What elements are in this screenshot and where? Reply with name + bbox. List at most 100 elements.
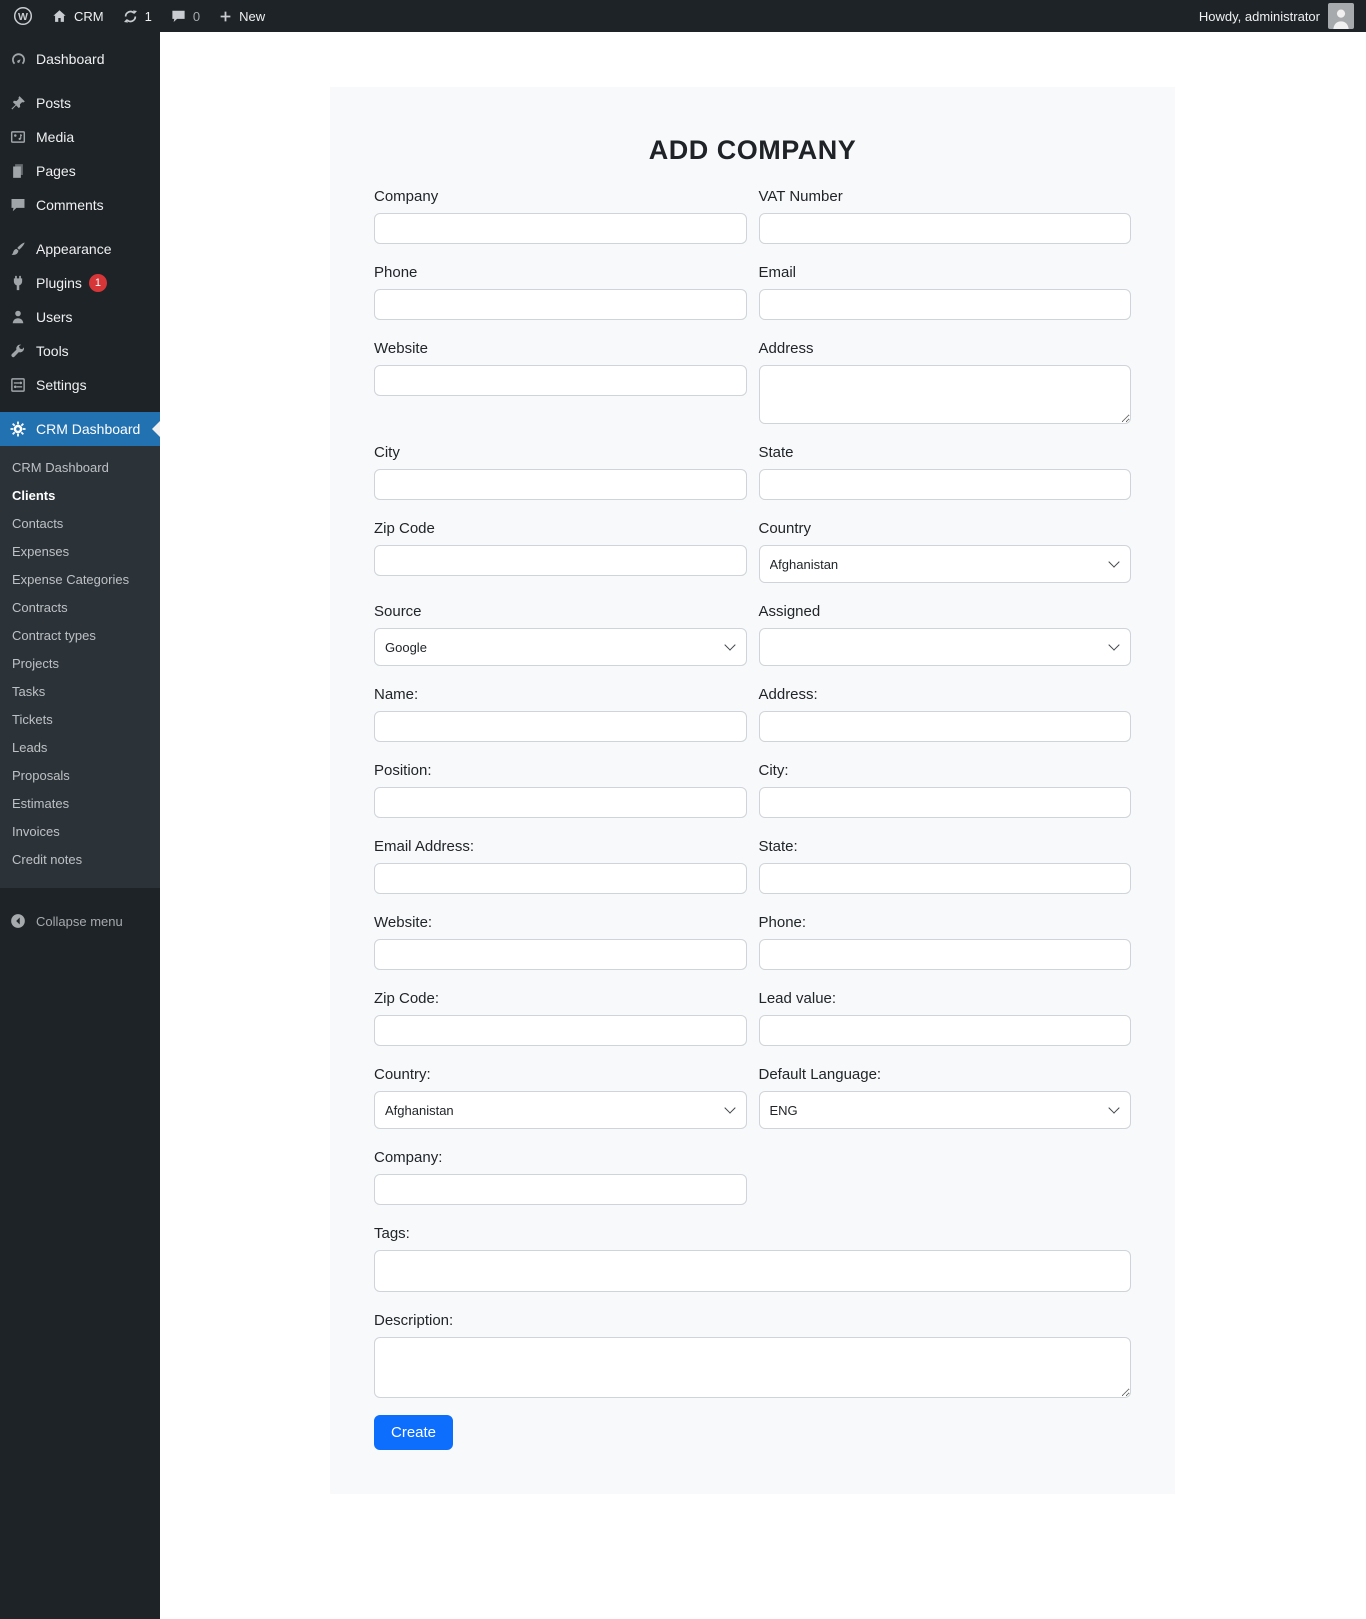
sidebar-item-pages[interactable]: Pages [0,154,160,188]
assigned-select[interactable] [758,628,1131,666]
email-input[interactable] [758,289,1131,320]
contact-website-label: Website: [374,914,433,931]
zip-code-label: Zip Code [374,520,435,537]
website-label: Website [374,340,428,357]
sidebar-item-settings[interactable]: Settings [0,368,160,402]
updates-button[interactable]: 1 [113,0,161,32]
pages-icon [0,162,36,180]
avatar-person-icon [1333,9,1349,29]
contact-state-label: State: [758,838,798,855]
sidebar-item-media[interactable]: Media [0,120,160,154]
website-input[interactable] [374,365,747,396]
description-textarea[interactable] [374,1337,1131,1398]
sidebar-item-appearance[interactable]: Appearance [0,232,160,266]
company-label: Company [374,188,439,205]
source-select[interactable]: Google [374,628,747,666]
contact-country-select[interactable]: Afghanistan [374,1091,747,1129]
country-select[interactable]: Afghanistan [758,545,1131,583]
email-label: Email [758,264,797,281]
submenu-item-invoices[interactable]: Invoices [0,818,160,846]
address-textarea[interactable] [758,365,1131,424]
tags-input[interactable] [374,1250,1131,1292]
address-label: Address [758,340,814,357]
source-label: Source [374,603,422,620]
zip-code-input[interactable] [374,545,747,576]
company-input[interactable] [374,213,747,244]
submenu-item-contracts[interactable]: Contracts [0,594,160,622]
paintbrush-icon [0,240,36,258]
submenu-item-credit-notes[interactable]: Credit notes [0,846,160,874]
contact-phone-label: Phone: [758,914,807,931]
submenu-item-tasks[interactable]: Tasks [0,678,160,706]
sidebar-item-dashboard[interactable]: Dashboard [0,42,160,76]
contact-name-label: Name: [374,686,419,703]
gear-icon [0,420,36,438]
phone-input[interactable] [374,289,747,320]
sidebar-item-crm-dashboard[interactable]: CRM Dashboard [0,412,160,446]
submenu-item-tickets[interactable]: Tickets [0,706,160,734]
comments-icon [0,196,36,214]
form-row: Tags: [374,1225,1131,1292]
vat-number-input[interactable] [758,213,1131,244]
crm-submenu: CRM Dashboard Clients Contacts Expenses … [0,446,160,888]
comment-bubble-icon [172,10,185,22]
add-company-card: ADD COMPANY Company VAT Number Phone Ema… [330,87,1175,1494]
plugin-icon [0,274,36,292]
contact-name-input[interactable] [374,711,747,742]
sidebar-item-label: Media [36,129,75,145]
sidebar-item-label: Tools [36,343,69,359]
collapse-menu-button[interactable]: Collapse menu [0,904,160,938]
sidebar-item-plugins[interactable]: Plugins 1 [0,266,160,300]
svg-text:W: W [18,11,28,23]
sidebar-item-posts[interactable]: Posts [0,86,160,120]
lead-value-label: Lead value: [758,990,837,1007]
contact-website-input[interactable] [374,939,747,970]
media-icon [0,128,36,146]
contact-company-input[interactable] [374,1174,747,1205]
create-button[interactable]: Create [374,1415,454,1450]
sidebar-item-comments[interactable]: Comments [0,188,160,222]
contact-address-input[interactable] [758,711,1131,742]
default-language-select[interactable]: ENG [758,1091,1131,1129]
update-icon [123,9,137,23]
new-content-button[interactable]: New [209,0,274,32]
contact-phone-input[interactable] [758,939,1131,970]
submenu-item-proposals[interactable]: Proposals [0,762,160,790]
sidebar-item-label: Posts [36,95,72,111]
main-content: ADD COMPANY Company VAT Number Phone Ema… [160,32,1366,1619]
submenu-item-expenses[interactable]: Expenses [0,538,160,566]
contact-zip-input[interactable] [374,1015,747,1046]
howdy-text[interactable]: Howdy, administrator [1199,9,1320,24]
submenu-item-expense-categories[interactable]: Expense Categories [0,566,160,594]
vat-number-label: VAT Number [758,188,843,205]
state-input[interactable] [758,469,1131,500]
contact-city-input[interactable] [758,787,1131,818]
submenu-item-projects[interactable]: Projects [0,650,160,678]
submenu-item-leads[interactable]: Leads [0,734,160,762]
submenu-item-contract-types[interactable]: Contract types [0,622,160,650]
site-link[interactable]: CRM [42,0,113,32]
position-input[interactable] [374,787,747,818]
settings-icon [0,376,36,394]
form-row: Phone Email [374,264,1131,320]
comments-button[interactable]: 0 [161,0,209,32]
wrench-icon [0,342,36,360]
admin-sidebar: Dashboard Posts Media Pages Comments App… [0,32,160,1619]
submenu-item-estimates[interactable]: Estimates [0,790,160,818]
avatar[interactable] [1328,3,1354,29]
email-address-input[interactable] [374,863,747,894]
submenu-item-clients[interactable]: Clients [0,482,160,510]
wordpress-menu-button[interactable]: W [4,0,42,32]
sidebar-item-label: Comments [36,197,104,213]
form-row: Country: Afghanistan Default Language: E… [374,1066,1131,1129]
submenu-item-crm-dashboard[interactable]: CRM Dashboard [0,454,160,482]
sidebar-item-users[interactable]: Users [0,300,160,334]
phone-label: Phone [374,264,418,281]
user-icon [0,308,36,326]
contact-country-label: Country: [374,1066,431,1083]
contact-state-input[interactable] [758,863,1131,894]
lead-value-input[interactable] [758,1015,1131,1046]
city-input[interactable] [374,469,747,500]
sidebar-item-tools[interactable]: Tools [0,334,160,368]
submenu-item-contacts[interactable]: Contacts [0,510,160,538]
